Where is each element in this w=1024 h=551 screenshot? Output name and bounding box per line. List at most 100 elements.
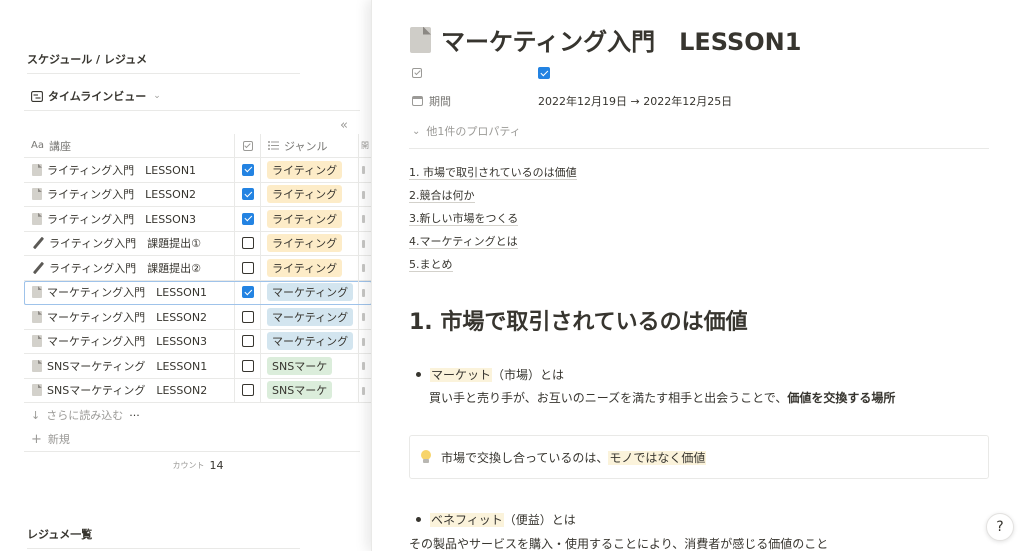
load-more-button[interactable]: ↓ さらに読み込む ···	[24, 403, 372, 427]
cell-extra[interactable]	[358, 329, 372, 353]
timeline-view-icon	[31, 90, 43, 102]
row-checkbox[interactable]	[241, 359, 254, 372]
table-row[interactable]: マーケティング入門 LESSON1 マーケティング	[24, 280, 372, 305]
cell-name[interactable]: ライティング入門 課題提出②	[24, 260, 234, 276]
cell-genre[interactable]: ライティング	[260, 256, 358, 280]
genre-tag: ライティング	[267, 234, 343, 253]
table-row[interactable]: ライティング入門 LESSON2 ライティング	[24, 182, 372, 207]
row-title: ライティング入門 LESSON1	[47, 163, 197, 177]
view-label: タイムラインビュー	[48, 90, 147, 103]
cell-genre[interactable]: マーケティング	[260, 329, 358, 353]
toc-link[interactable]: 5.まとめ	[409, 258, 453, 272]
highlight-text: マーケット	[430, 368, 493, 382]
cell-genre[interactable]: ライティング	[260, 231, 358, 255]
property-checkbox-value[interactable]	[538, 67, 550, 79]
row-checkbox[interactable]	[241, 237, 254, 250]
table-row[interactable]: SNSマーケティング LESSON1 SNSマーケ	[24, 354, 372, 379]
cell-genre[interactable]: マーケティング	[260, 280, 358, 304]
collapse-icon[interactable]: «	[340, 118, 348, 133]
table-row[interactable]: ライティング入門 課題提出① ライティング	[24, 231, 372, 256]
column-header-genre[interactable]: ジャンル	[260, 133, 358, 158]
cell-name[interactable]: ライティング入門 課題提出①	[24, 235, 234, 251]
cell-name[interactable]: マーケティング入門 LESSON3	[24, 333, 234, 349]
cell-name[interactable]: ライティング入門 LESSON3	[24, 211, 234, 227]
row-title: マーケティング入門 LESSON3	[47, 335, 208, 349]
genre-tag: ライティング	[267, 258, 343, 277]
table-row[interactable]: マーケティング入門 LESSON2 マーケティング	[24, 305, 372, 330]
document-icon	[32, 310, 42, 323]
table-row[interactable]: ライティング入門 LESSON3 ライティング	[24, 207, 372, 232]
row-checkbox[interactable]	[241, 261, 254, 274]
period-value[interactable]: 2022年12月19日 → 2022年12月25日	[538, 93, 732, 109]
toc-link[interactable]: 3.新しい市場をつくる	[409, 212, 519, 226]
cell-name[interactable]: ライティング入門 LESSON2	[24, 186, 234, 202]
document-icon	[32, 188, 42, 201]
cell-name[interactable]: SNSマーケティング LESSON1	[24, 358, 234, 374]
cell-genre[interactable]: ライティング	[260, 207, 358, 231]
document-icon	[32, 212, 42, 225]
new-row-button[interactable]: + 新規	[24, 427, 372, 451]
cell-genre[interactable]: SNSマーケ	[260, 378, 358, 402]
cell-extra[interactable]	[358, 158, 372, 182]
cell-name[interactable]: マーケティング入門 LESSON1	[24, 284, 234, 300]
cell-name[interactable]: SNSマーケティング LESSON2	[24, 382, 234, 398]
more-dots-icon: ···	[129, 408, 140, 422]
table-row[interactable]: SNSマーケティング LESSON2 SNSマーケ	[24, 378, 372, 403]
page-title[interactable]: マーケティング入門 LESSON1	[410, 22, 801, 57]
section-title: スケジュール / レジュメ	[27, 53, 148, 66]
row-checkbox[interactable]	[241, 163, 254, 176]
row-title: ライティング入門 LESSON3	[47, 212, 197, 226]
document-icon[interactable]	[410, 26, 431, 53]
more-properties-toggle[interactable]: ⌄ 他1件のプロパティ	[412, 123, 521, 139]
divider	[27, 73, 300, 74]
highlight-text: モノではなく価値	[608, 450, 707, 465]
row-checkbox[interactable]	[241, 212, 254, 225]
cell-name[interactable]: マーケティング入門 LESSON2	[24, 309, 234, 325]
row-title: ライティング入門 課題提出②	[49, 261, 201, 275]
row-title: SNSマーケティング LESSON1	[47, 359, 208, 373]
table-row[interactable]: ライティング入門 LESSON1 ライティング	[24, 158, 372, 183]
toc-link[interactable]: 2.競合は何か	[409, 189, 475, 203]
row-checkbox[interactable]	[241, 286, 254, 299]
callout-block: 市場で交換し合っているのは、モノではなく価値	[409, 435, 989, 479]
cell-check	[234, 378, 260, 402]
toc-link[interactable]: 4.マーケティングとは	[409, 235, 518, 249]
column-header-extra[interactable]: 開	[358, 133, 372, 158]
cell-extra[interactable]	[358, 182, 372, 206]
paragraph: 買い手と売り手が、お互いのニーズを満たす相手と出会うことで、価値を交換する場所	[429, 391, 896, 405]
row-checkbox[interactable]	[241, 310, 254, 323]
column-header-check[interactable]	[234, 133, 260, 158]
cell-extra[interactable]	[358, 207, 372, 231]
genre-tag: マーケティング	[267, 307, 354, 326]
toc-link[interactable]: 1. 市場で取引されているのは価値	[409, 166, 577, 180]
cell-genre[interactable]: ライティング	[260, 182, 358, 206]
cell-extra[interactable]	[358, 280, 372, 304]
cell-extra[interactable]	[358, 354, 372, 378]
arrow-down-icon: ↓	[31, 408, 41, 422]
timeline-view-tab[interactable]: タイムラインビュー ⌄	[31, 88, 161, 104]
property-checkbox	[412, 64, 550, 82]
row-checkbox[interactable]	[241, 335, 254, 348]
checkbox-property-icon	[412, 68, 422, 78]
cell-extra[interactable]	[358, 231, 372, 255]
bold-text: 価値を交換する場所	[787, 391, 896, 405]
count-summary[interactable]: カウント 14	[24, 452, 372, 478]
row-checkbox[interactable]	[241, 188, 254, 201]
cell-genre[interactable]: SNSマーケ	[260, 354, 358, 378]
genre-tag: SNSマーケ	[267, 381, 333, 400]
page-peek-panel: マーケティング入門 LESSON1 期間 2022年12月19日 → 2022年…	[371, 0, 1024, 551]
cell-extra[interactable]	[358, 378, 372, 402]
help-button[interactable]: ?	[986, 513, 1014, 541]
table-row[interactable]: ライティング入門 課題提出② ライティング	[24, 256, 372, 281]
column-header-name[interactable]: Aa 講座	[24, 138, 234, 154]
cell-name[interactable]: ライティング入門 LESSON1	[24, 162, 234, 178]
cell-extra[interactable]	[358, 305, 372, 329]
table-row[interactable]: マーケティング入門 LESSON3 マーケティング	[24, 329, 372, 354]
cell-genre[interactable]: マーケティング	[260, 305, 358, 329]
cell-check	[234, 280, 260, 304]
pen-icon	[32, 262, 44, 274]
cell-genre[interactable]: ライティング	[260, 158, 358, 182]
document-icon	[32, 359, 42, 372]
row-checkbox[interactable]	[241, 384, 254, 397]
cell-extra[interactable]	[358, 256, 372, 280]
